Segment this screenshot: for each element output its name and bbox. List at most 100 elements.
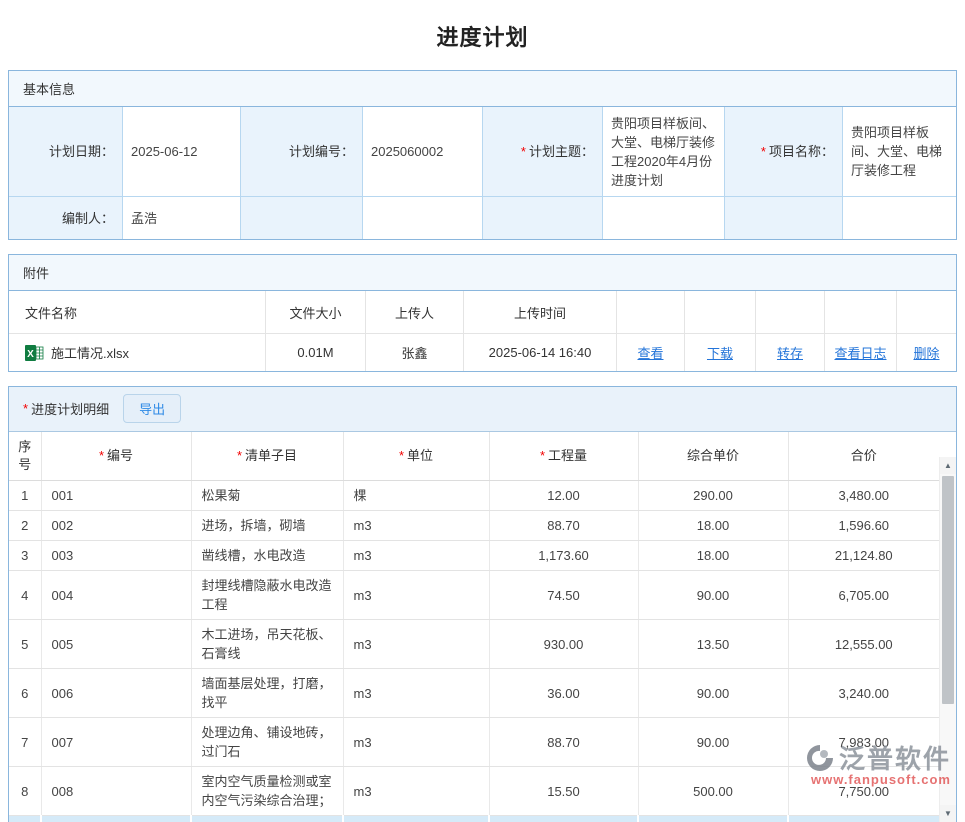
- page-title: 进度计划: [0, 0, 965, 70]
- detail-cell-unit: m3: [343, 620, 489, 669]
- vertical-scrollbar[interactable]: ▲ ▼: [939, 457, 956, 822]
- detail-cell-item: 进场，拆墙，砌墙: [191, 511, 343, 541]
- detail-cell-total: 12,555.00: [788, 620, 939, 669]
- plan-detail-section: * 进度计划明细 导出 序号*编号*清单子目*单位*工程量综合单价合价 1001…: [8, 386, 957, 822]
- detail-cell-item: 封埋线槽隐蔽水电改造工程: [191, 571, 343, 620]
- plan-detail-table: 序号*编号*清单子目*单位*工程量综合单价合价 1001松果菊棵12.00290…: [9, 432, 939, 822]
- detail-cell-item: 凿线槽，水电改造: [191, 541, 343, 571]
- required-asterisk: *: [761, 142, 766, 161]
- clipped-cell: [191, 816, 343, 822]
- detail-cell-unit: m3: [343, 718, 489, 767]
- detail-cell-unit_price: 500.00: [638, 767, 788, 816]
- view-log-link[interactable]: 查看日志: [834, 343, 886, 362]
- column-header-unit: *单位: [343, 432, 489, 481]
- clipped-cell: [9, 816, 41, 822]
- plan-date-value: 2025-06-12: [123, 107, 241, 197]
- required-asterisk: *: [99, 448, 104, 463]
- scrollbar-thumb[interactable]: [942, 476, 954, 704]
- detail-cell-unit: m3: [343, 511, 489, 541]
- project-name-value: 贵阳项目样板间、大堂、电梯厅装修工程: [843, 107, 956, 197]
- column-header-upload-time: 上传时间: [464, 291, 617, 334]
- download-link[interactable]: 下载: [707, 343, 733, 362]
- detail-cell-item: 处理边角、铺设地砖，过门石: [191, 718, 343, 767]
- column-header-index: 序号: [9, 432, 41, 481]
- svg-text:X: X: [27, 349, 34, 360]
- basic-info-grid: 计划日期： 2025-06-12 计划编号： 2025060002 *计划主题：…: [9, 107, 956, 239]
- detail-row: 1001松果菊棵12.00290.003,480.00: [9, 481, 939, 511]
- detail-cell-item: 室内空气质量检测或室内空气污染综合治理；: [191, 767, 343, 816]
- detail-cell-unit_price: 18.00: [638, 541, 788, 571]
- detail-cell-code: 008: [41, 767, 191, 816]
- column-header-action: [897, 291, 956, 334]
- detail-cell-quantity: 12.00: [489, 481, 638, 511]
- detail-cell-code: 002: [41, 511, 191, 541]
- clipped-cell: [489, 816, 638, 822]
- save-copy-link[interactable]: 转存: [777, 343, 803, 362]
- detail-row: 2002进场，拆墙，砌墙m388.7018.001,596.60: [9, 511, 939, 541]
- empty-label-cell: [483, 197, 603, 239]
- empty-label-cell: [725, 197, 843, 239]
- detail-cell-index: 3: [9, 541, 41, 571]
- action-cell: 转存: [756, 334, 825, 371]
- detail-cell-code: 007: [41, 718, 191, 767]
- detail-cell-item: 松果菊: [191, 481, 343, 511]
- detail-header-row: 序号*编号*清单子目*单位*工程量综合单价合价: [9, 432, 939, 481]
- detail-cell-unit_price: 13.50: [638, 620, 788, 669]
- column-header-code: *编号: [41, 432, 191, 481]
- detail-cell-unit_price: 90.00: [638, 669, 788, 718]
- detail-cell-total: 3,480.00: [788, 481, 939, 511]
- detail-cell-index: 2: [9, 511, 41, 541]
- detail-cell-quantity: 36.00: [489, 669, 638, 718]
- detail-row: 3003凿线槽，水电改造m31,173.6018.0021,124.80: [9, 541, 939, 571]
- detail-row: 6006墙面基层处理，打磨，找平m336.0090.003,240.00: [9, 669, 939, 718]
- detail-cell-quantity: 930.00: [489, 620, 638, 669]
- scrollbar-down-arrow-icon[interactable]: ▼: [940, 805, 956, 822]
- delete-link[interactable]: 删除: [913, 343, 939, 362]
- detail-cell-unit: m3: [343, 669, 489, 718]
- required-asterisk: *: [540, 448, 545, 463]
- clipped-cell: [41, 816, 191, 822]
- required-asterisk: *: [521, 142, 526, 161]
- column-header-action: [685, 291, 756, 334]
- detail-cell-total: 1,596.60: [788, 511, 939, 541]
- detail-cell-index: 1: [9, 481, 41, 511]
- detail-cell-unit: m3: [343, 767, 489, 816]
- detail-cell-quantity: 88.70: [489, 718, 638, 767]
- plan-date-label: 计划日期：: [9, 107, 123, 197]
- column-header-unit_price: 综合单价: [638, 432, 788, 481]
- author-label: 编制人：: [9, 197, 123, 239]
- detail-cell-code: 005: [41, 620, 191, 669]
- attachments-section: 附件 文件名称 文件大小 上传人 上传时间 X 施工情况.: [8, 254, 957, 372]
- clipped-next-row: [9, 816, 939, 822]
- detail-cell-unit: m3: [343, 571, 489, 620]
- column-header-file-name: 文件名称: [9, 291, 266, 334]
- attachment-file-size: 0.01M: [266, 334, 366, 371]
- action-cell: 查看: [617, 334, 685, 371]
- clipped-cell: [638, 816, 788, 822]
- required-asterisk: *: [23, 401, 28, 416]
- detail-cell-index: 8: [9, 767, 41, 816]
- detail-cell-item: 墙面基层处理，打磨，找平: [191, 669, 343, 718]
- view-link[interactable]: 查看: [637, 343, 663, 362]
- attachments-section-title: 附件: [9, 255, 956, 291]
- action-cell: 删除: [897, 334, 956, 371]
- export-button[interactable]: 导出: [123, 394, 181, 423]
- progress-plan-page: 进度计划 基本信息 计划日期： 2025-06-12 计划编号： 2025060…: [0, 0, 965, 791]
- attachment-uploader: 张鑫: [366, 334, 464, 371]
- empty-value-cell: [843, 197, 956, 239]
- excel-file-icon: X: [25, 344, 44, 362]
- column-header-uploader: 上传人: [366, 291, 464, 334]
- plan-number-label: 计划编号：: [241, 107, 363, 197]
- empty-value-cell: [603, 197, 725, 239]
- detail-cell-unit_price: 90.00: [638, 571, 788, 620]
- detail-cell-code: 001: [41, 481, 191, 511]
- detail-cell-unit: 棵: [343, 481, 489, 511]
- detail-cell-unit_price: 18.00: [638, 511, 788, 541]
- detail-cell-index: 4: [9, 571, 41, 620]
- required-asterisk: *: [399, 448, 404, 463]
- detail-cell-quantity: 74.50: [489, 571, 638, 620]
- plan-number-value: 2025060002: [363, 107, 483, 197]
- detail-cell-code: 003: [41, 541, 191, 571]
- scrollbar-up-arrow-icon[interactable]: ▲: [940, 457, 956, 474]
- detail-row: 8008室内空气质量检测或室内空气污染综合治理；m315.50500.007,7…: [9, 767, 939, 816]
